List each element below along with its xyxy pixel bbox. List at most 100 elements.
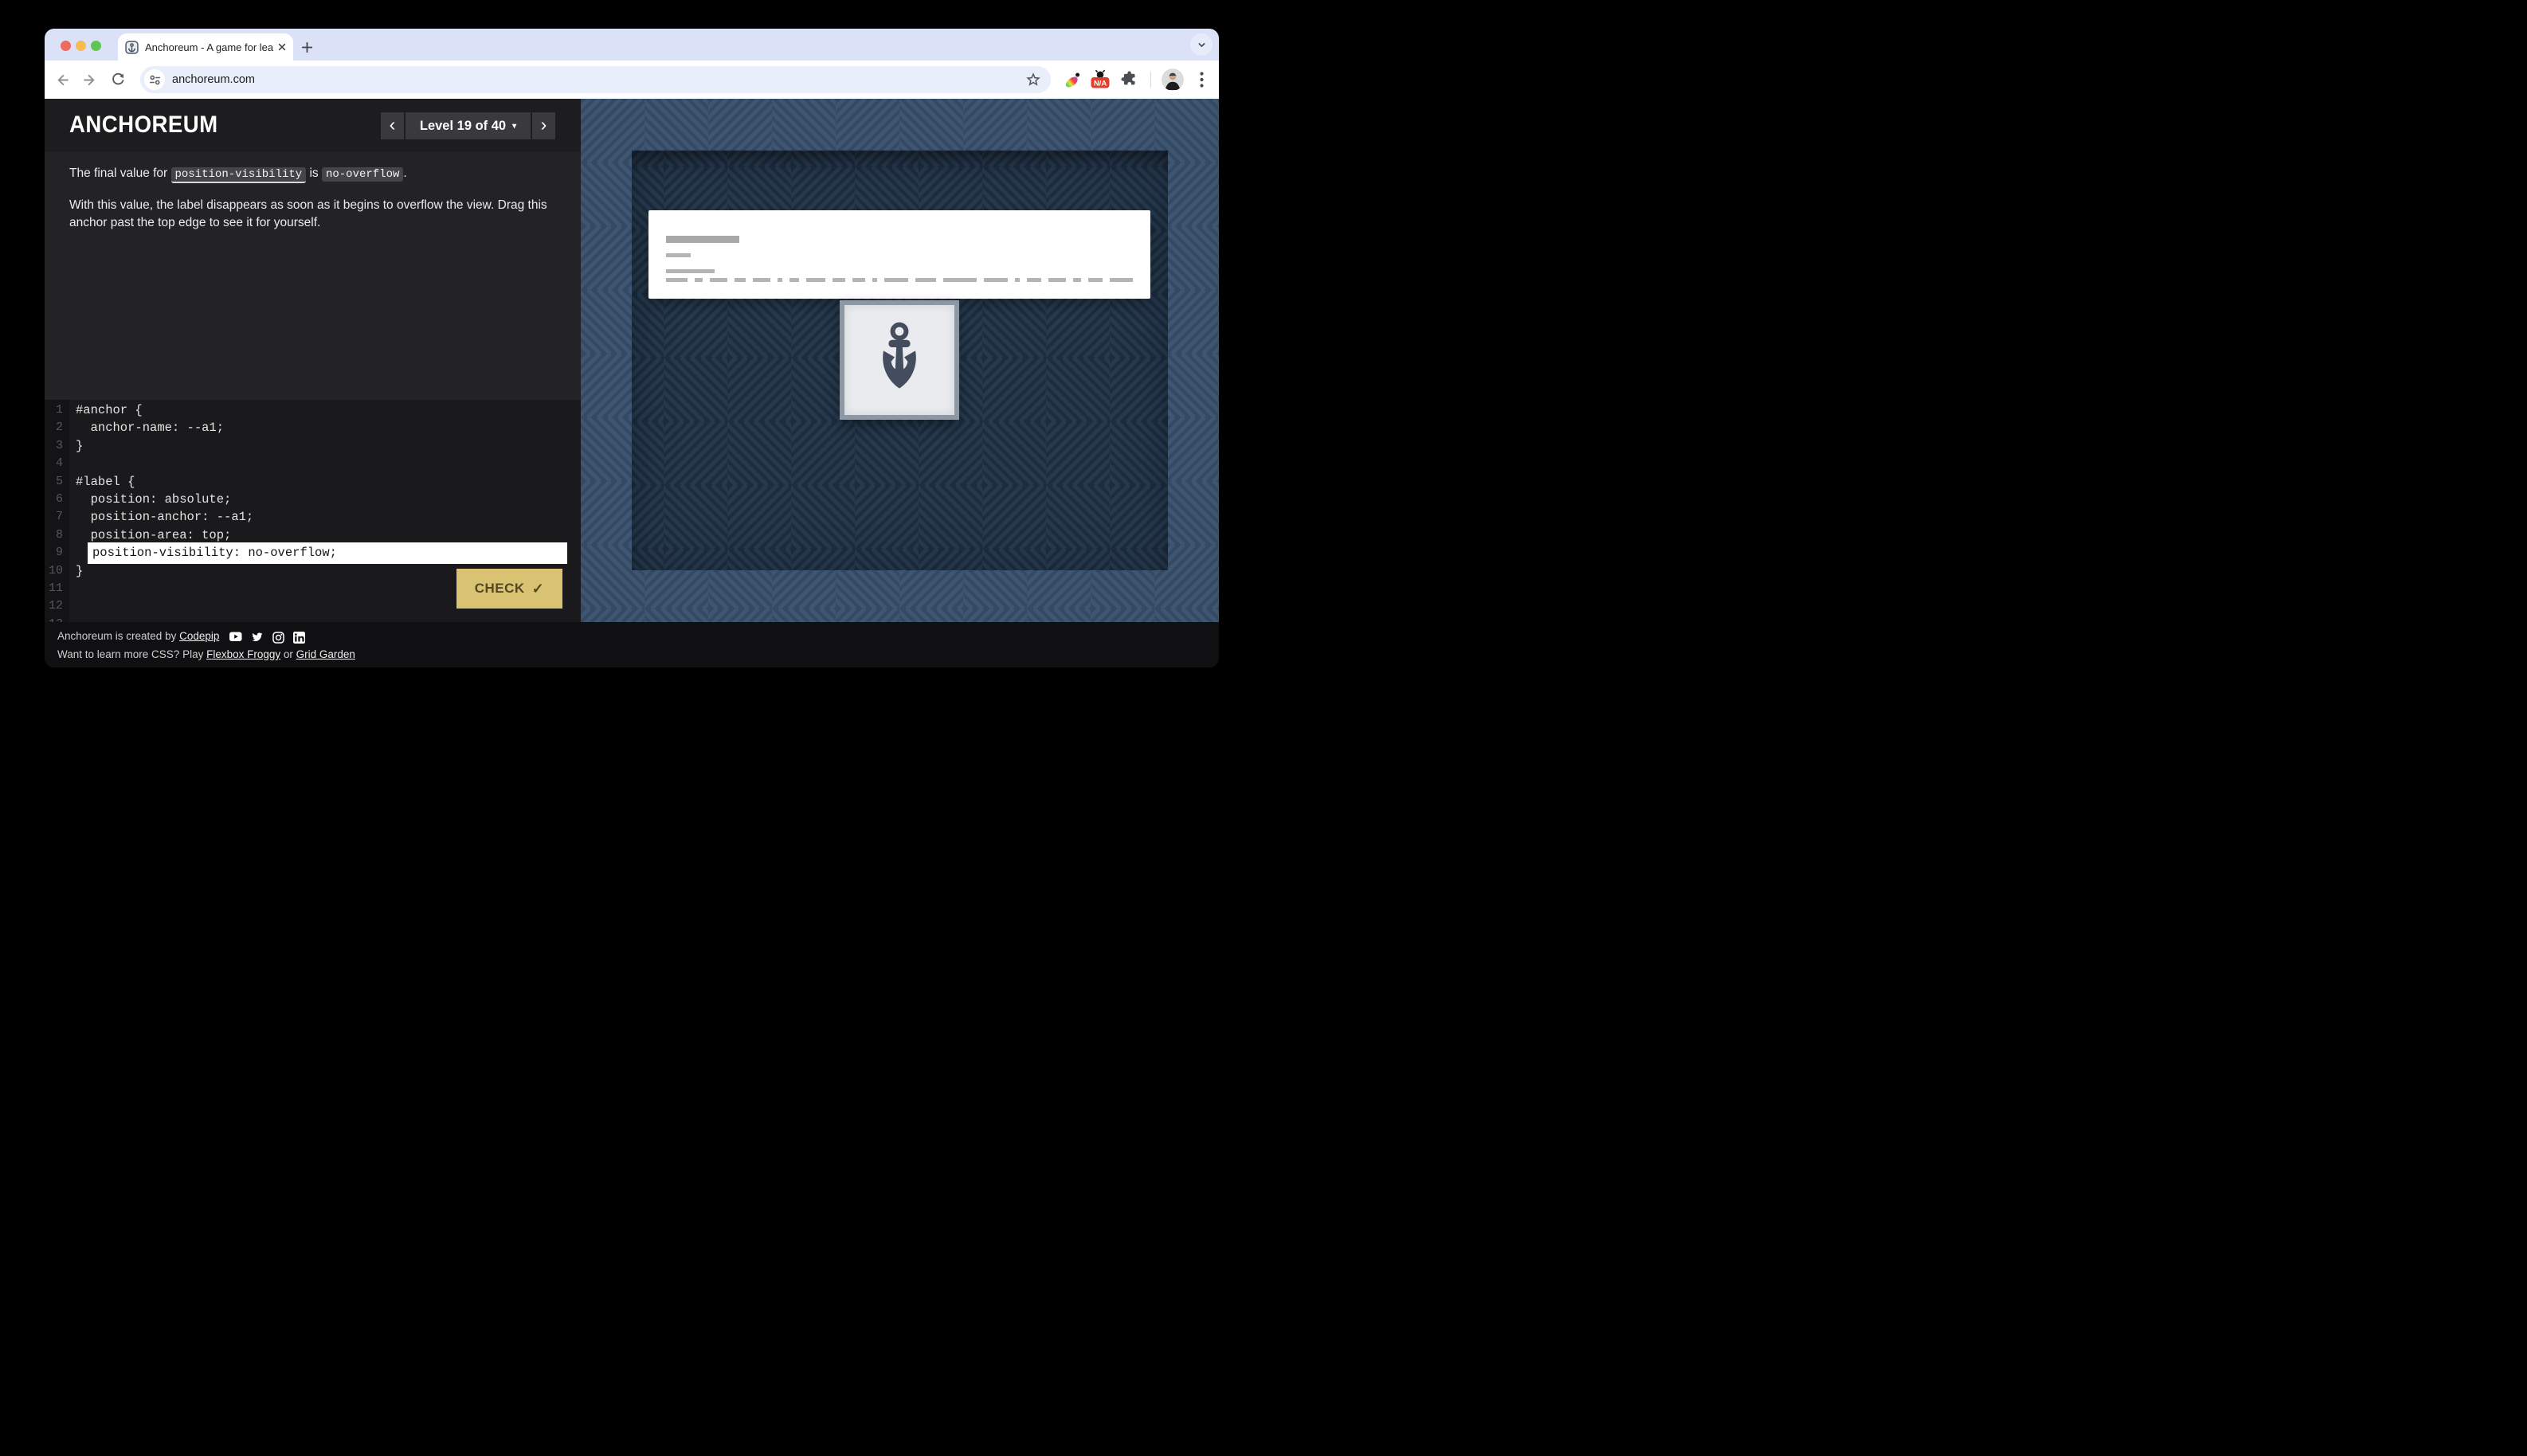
browser-tab[interactable]: Anchoreum - A game for lear [118, 33, 293, 61]
check-icon: ✓ [532, 581, 545, 597]
traffic-light-close[interactable] [61, 41, 71, 51]
instruction-line-1: The final value for position-visibility … [69, 165, 550, 183]
credit-line: Anchoreum is created by Codepip [57, 628, 1206, 644]
line-number: 1 [45, 401, 69, 419]
line-number: 8 [45, 526, 69, 544]
code-input[interactable]: position-visibility: no-overflow; [88, 542, 567, 564]
line-number: 11 [45, 580, 69, 597]
back-button[interactable] [49, 66, 76, 93]
twitter-icon[interactable] [251, 632, 264, 643]
tab-title: Anchoreum - A game for lear [145, 41, 274, 53]
line-number: 13 [45, 616, 69, 622]
browser-window: Anchoreum - A game for lear [45, 29, 1219, 667]
bookmark-star-icon[interactable] [1025, 72, 1041, 88]
anchor-playground-view [632, 151, 1168, 570]
line-number: 10 [45, 562, 69, 580]
line-number: 6 [45, 491, 69, 508]
anchor-element-inner [844, 305, 954, 415]
traffic-light-minimize[interactable] [76, 41, 86, 51]
reload-button[interactable] [104, 66, 131, 93]
code-text: position-area: top; [69, 526, 231, 544]
line-number: 12 [45, 597, 69, 615]
code-line: 9 position-visibility: no-overflow; [45, 544, 581, 562]
browser-menu-kebab-icon[interactable] [1195, 71, 1208, 88]
placeholder-dashed-line [666, 278, 1133, 282]
code-text [69, 597, 76, 615]
placeholder-text-bar [666, 253, 691, 257]
forward-button[interactable] [76, 66, 103, 93]
code-editor: 1#anchor {2 anchor-name: --a1;3}45#label… [45, 400, 581, 622]
level-instructions: The final value for position-visibility … [69, 165, 550, 232]
grid-garden-link[interactable]: Grid Garden [296, 648, 355, 660]
code-line: 7 position-anchor: --a1; [45, 508, 581, 526]
game-area [581, 99, 1219, 622]
prev-level-button[interactable]: ‹ [381, 112, 404, 139]
property-doc-link[interactable]: position-visibility [171, 167, 307, 183]
panel-header: ANCHOREUM ‹ Level 19 of 40 ▾ › [45, 99, 581, 152]
placeholder-title-bar [666, 236, 739, 243]
colorpicker-extension-icon[interactable] [1062, 70, 1082, 90]
placeholder-text-bar [666, 269, 715, 273]
line-number: 2 [45, 419, 69, 436]
svg-text:N/A: N/A [1094, 79, 1107, 88]
level-label: Level 19 of 40 [420, 119, 506, 134]
code-line: 5#label { [45, 473, 581, 491]
code-text [69, 580, 76, 597]
anchoreum-logo: ANCHOREUM [69, 112, 218, 139]
line-number: 3 [45, 437, 69, 455]
extensions-puzzle-icon[interactable] [1120, 70, 1138, 88]
line-number: 5 [45, 473, 69, 491]
code-text: } [69, 562, 83, 580]
na-badge-extension-icon[interactable]: N/A [1090, 69, 1111, 90]
value-code-chip: no-overflow [322, 167, 403, 182]
browser-toolbar: anchoreum.com [45, 61, 1219, 99]
code-text: #anchor { [69, 401, 143, 419]
tab-favicon-anchor-icon [125, 41, 139, 54]
code-text [69, 455, 76, 472]
profile-avatar[interactable] [1162, 68, 1184, 91]
youtube-icon[interactable] [229, 632, 242, 642]
code-text: anchor-name: --a1; [69, 419, 224, 436]
code-line: 3} [45, 437, 581, 455]
code-text: } [69, 437, 83, 455]
code-text [69, 616, 76, 622]
anchor-icon [868, 321, 931, 399]
tab-search-chevron-icon[interactable] [1190, 33, 1213, 56]
url-bar[interactable]: anchoreum.com [140, 66, 1051, 93]
level-dropdown[interactable]: Level 19 of 40 ▾ [405, 112, 531, 139]
page-footer: Anchoreum is created by Codepip Want to … [45, 622, 1219, 667]
traffic-light-zoom[interactable] [91, 41, 101, 51]
flexbox-froggy-link[interactable]: Flexbox Froggy [206, 648, 280, 660]
next-level-button[interactable]: › [532, 112, 555, 139]
linkedin-icon[interactable] [293, 632, 305, 644]
line-number: 9 [45, 544, 69, 562]
instruction-line-2: With this value, the label disappears as… [69, 197, 550, 232]
level-navigation: ‹ Level 19 of 40 ▾ › [381, 112, 555, 139]
code-text: position: absolute; [69, 491, 231, 508]
check-button[interactable]: CHECK ✓ [456, 569, 562, 609]
page-content: ANCHOREUM ‹ Level 19 of 40 ▾ › The final… [45, 99, 1219, 622]
url-text: anchoreum.com [172, 73, 255, 86]
code-text: position-anchor: --a1; [69, 508, 253, 526]
code-line: 6 position: absolute; [45, 491, 581, 508]
toolbar-separator [1150, 72, 1151, 88]
instagram-icon[interactable] [272, 632, 284, 644]
code-line: 1#anchor { [45, 401, 581, 419]
code-line: 13 [45, 616, 581, 622]
code-text: #label { [69, 473, 135, 491]
tab-close-icon[interactable] [277, 42, 287, 52]
new-tab-button[interactable] [296, 36, 318, 58]
tab-strip: Anchoreum - A game for lear [45, 29, 1219, 61]
side-panel: ANCHOREUM ‹ Level 19 of 40 ▾ › The final… [45, 99, 581, 622]
code-line: 4 [45, 455, 581, 472]
anchor-element[interactable] [840, 300, 959, 420]
label-element [648, 210, 1150, 299]
more-games-line: Want to learn more CSS? Play Flexbox Fro… [57, 646, 1206, 663]
level-caret-icon: ▾ [512, 122, 516, 131]
code-line: 2 anchor-name: --a1; [45, 419, 581, 436]
codepip-link[interactable]: Codepip [179, 630, 219, 642]
line-number: 7 [45, 508, 69, 526]
code-line: 8 position-area: top; [45, 526, 581, 544]
line-number: 4 [45, 455, 69, 472]
site-settings-icon[interactable] [144, 69, 165, 90]
